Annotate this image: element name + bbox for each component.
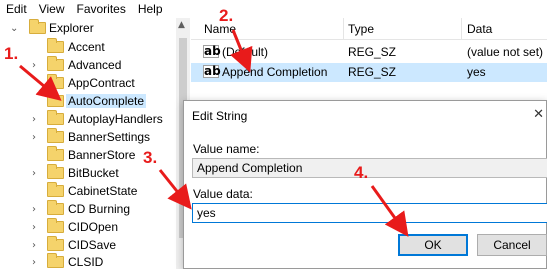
- tree-item-cabinetstate[interactable]: CabinetState: [0, 182, 176, 200]
- value-name: Append Completion: [222, 65, 328, 79]
- tree-item-label: CLSID: [68, 255, 104, 269]
- folder-icon: [47, 92, 64, 107]
- tree-item-bannersettings[interactable]: › BannerSettings: [0, 128, 176, 146]
- value-row[interactable]: ab (Default) REG_SZ (value not set): [191, 43, 547, 62]
- step-4-label: 4.: [354, 163, 369, 182]
- value-name-field[interactable]: [192, 158, 547, 178]
- value-data: yes: [467, 65, 486, 79]
- value-type: REG_SZ: [348, 45, 397, 59]
- folder-icon: [47, 56, 64, 71]
- tree-item-advanced[interactable]: › Advanced: [0, 56, 176, 74]
- value-data: (value not set): [467, 45, 544, 59]
- chevron-right-icon[interactable]: ›: [32, 222, 36, 233]
- tree-item-label: AutoplayHandlers: [68, 112, 163, 126]
- folder-icon: [47, 236, 64, 251]
- edit-string-dialog: Edit String ✕ Value name: Value data: OK…: [183, 100, 547, 269]
- column-header-data[interactable]: Data: [467, 22, 492, 36]
- tree-item-label: BitBucket: [68, 166, 119, 180]
- tree-item-label: CIDSave: [68, 238, 117, 252]
- step-3-label: 3.: [143, 148, 158, 167]
- cancel-button[interactable]: Cancel: [477, 234, 547, 256]
- dialog-title: Edit String: [192, 109, 248, 123]
- chevron-down-icon[interactable]: ⌄: [10, 23, 18, 34]
- folder-icon: [29, 19, 46, 34]
- folder-icon: [47, 110, 64, 125]
- folder-icon: [47, 146, 64, 161]
- step-1-label: 1.: [4, 44, 19, 63]
- folder-icon: [47, 128, 64, 143]
- value-name-label: Value name:: [193, 142, 260, 156]
- tree-item-cd-burning[interactable]: › CD Burning: [0, 200, 176, 218]
- close-icon[interactable]: ✕: [533, 107, 544, 122]
- tree-item-cidsave[interactable]: › CIDSave: [0, 236, 176, 254]
- string-value-icon: ab: [203, 64, 221, 78]
- chevron-right-icon[interactable]: ›: [32, 204, 36, 215]
- ok-button[interactable]: OK: [398, 234, 468, 256]
- values-header: Name Type Data: [191, 18, 547, 40]
- menu-help[interactable]: Help: [132, 2, 169, 16]
- chevron-right-icon[interactable]: ›: [32, 132, 36, 143]
- menu-edit[interactable]: Edit: [0, 2, 33, 16]
- chevron-right-icon[interactable]: ›: [32, 168, 36, 179]
- column-divider[interactable]: [343, 18, 344, 40]
- tree-item-label: AutoComplete: [66, 94, 147, 108]
- tree-item-appcontract[interactable]: AppContract: [0, 74, 176, 92]
- folder-icon: [47, 182, 64, 197]
- scroll-up-icon[interactable]: ▲: [178, 20, 185, 30]
- value-data-label: Value data:: [193, 187, 253, 201]
- folder-icon: [47, 74, 64, 89]
- chevron-right-icon[interactable]: ›: [32, 114, 36, 125]
- tree-item-autocomplete[interactable]: AutoComplete: [0, 92, 176, 110]
- folder-icon: [47, 164, 64, 179]
- step-2-label: 2.: [219, 6, 234, 25]
- chevron-right-icon[interactable]: ›: [32, 60, 36, 71]
- chevron-right-icon[interactable]: ›: [32, 257, 36, 268]
- folder-icon: [47, 38, 64, 53]
- chevron-right-icon[interactable]: ›: [32, 240, 36, 251]
- folder-icon: [47, 200, 64, 215]
- tree-item-label: CD Burning: [68, 202, 131, 216]
- tree-item-cidopen[interactable]: › CIDOpen: [0, 218, 176, 236]
- column-divider[interactable]: [461, 18, 462, 40]
- menu-favorites[interactable]: Favorites: [70, 2, 131, 16]
- tree-item-accent[interactable]: Accent: [0, 38, 176, 56]
- value-row[interactable]: ab Append Completion REG_SZ yes: [191, 63, 547, 82]
- tree-item-label: CIDOpen: [68, 220, 119, 234]
- tree-item-autoplayhandlers[interactable]: › AutoplayHandlers: [0, 110, 176, 128]
- string-value-icon: ab: [203, 44, 221, 58]
- tree-item-label: CabinetState: [68, 184, 138, 198]
- column-header-type[interactable]: Type: [348, 22, 374, 36]
- value-name: (Default): [222, 45, 269, 59]
- menu-view[interactable]: View: [33, 2, 71, 16]
- value-data-field[interactable]: [192, 203, 547, 223]
- tree-item-label: BannerSettings: [68, 130, 151, 144]
- tree-item-label: Explorer: [49, 21, 94, 35]
- folder-icon: [47, 218, 64, 233]
- tree-item-clsid[interactable]: › CLSID: [0, 253, 176, 269]
- tree-item-label: Advanced: [68, 58, 122, 72]
- tree-item-label: BannerStore: [68, 148, 136, 162]
- value-type: REG_SZ: [348, 65, 397, 79]
- tree-item-label: Accent: [68, 40, 105, 54]
- tree-item-explorer[interactable]: ⌄ Explorer: [0, 19, 176, 37]
- registry-tree: ⌄ Explorer Accent › Advanced AppContract…: [0, 18, 190, 269]
- folder-icon: [47, 253, 64, 268]
- menu-bar: Edit View Favorites Help: [0, 0, 547, 18]
- tree-item-label: AppContract: [68, 76, 135, 90]
